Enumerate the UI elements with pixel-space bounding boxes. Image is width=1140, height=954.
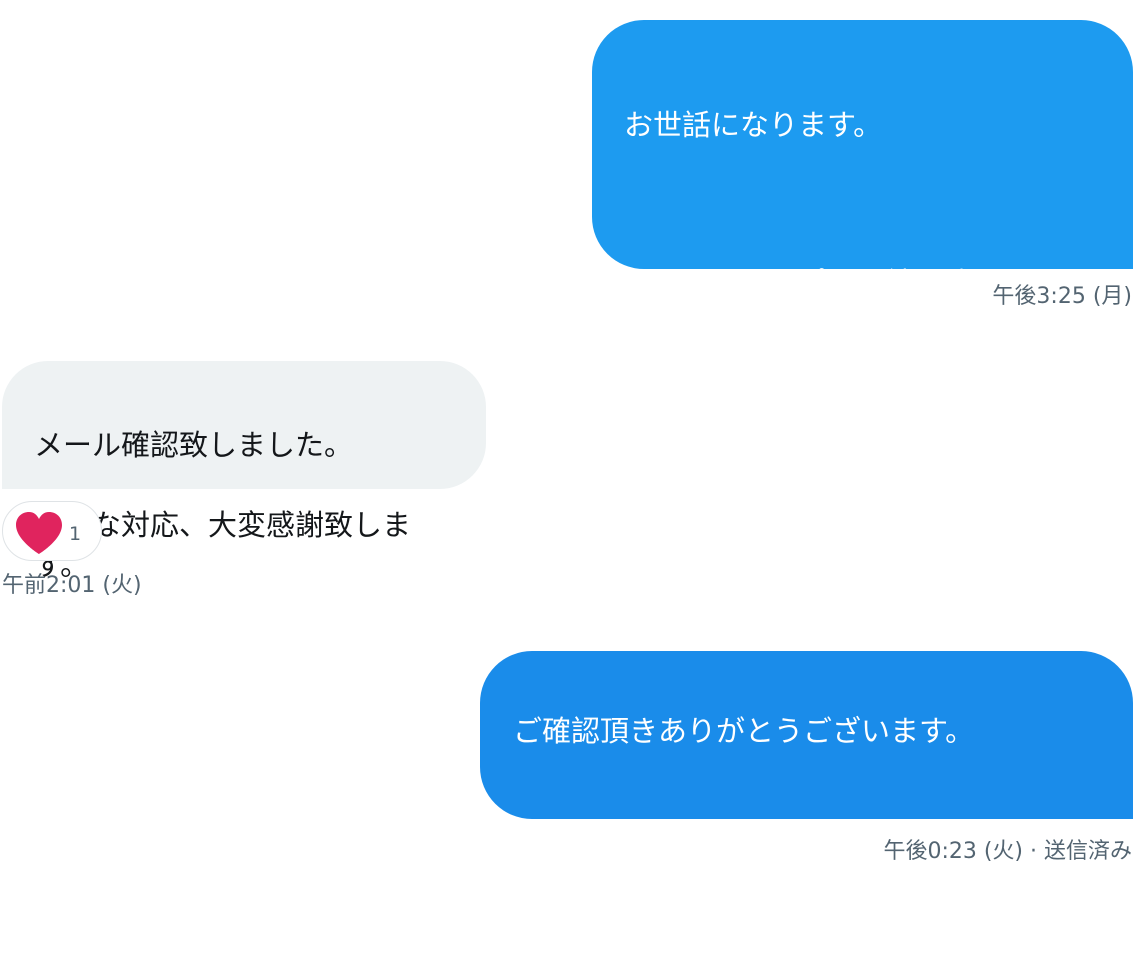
reaction-count: 1 — [69, 523, 82, 545]
message-timestamp: 午前2:01 (火) — [2, 573, 142, 598]
message-line: お世話になります。 — [624, 108, 883, 142]
received-message-bubble[interactable]: メール確認致しました。 迅速な対応、大変感謝致します。 — [2, 361, 486, 582]
sent-message-bubble[interactable]: ご確認頂きありがとうございます。 今後ともどうぞよろしくお願い申し上げます。 — [480, 651, 1133, 951]
message-timestamp: 午後0:23 (火) · 送信済み — [883, 839, 1132, 864]
reaction-badge[interactable]: 1 — [2, 501, 102, 561]
sent-message-bubble[interactable]: お世話になります。 メールにてレポート納品致しました。 以上、よろしくお願い申し… — [592, 20, 1133, 498]
message-line: ご確認頂きありがとうございます。 — [513, 714, 975, 748]
message-line: 以上、よろしくお願い申し上げます。 — [624, 424, 1060, 498]
heart-icon — [16, 512, 62, 554]
message-timestamp: 午後3:25 (月) — [992, 284, 1132, 309]
message-line: 今後ともどうぞよろしくお願い申し上げます。 — [513, 877, 1064, 951]
message-line: メール確認致しました。 — [34, 428, 354, 462]
